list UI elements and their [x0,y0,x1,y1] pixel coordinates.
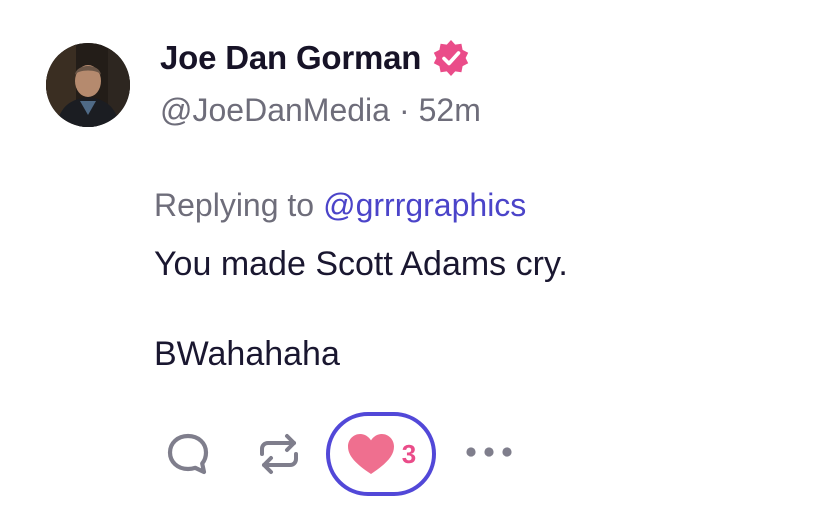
like-count: 3 [401,438,417,469]
author-name-row: Joe Dan Gorman [160,36,471,80]
more-options-button[interactable] [462,440,516,464]
meta-separator: · [398,91,410,128]
like-button[interactable]: 3 [326,412,436,496]
reply-button[interactable] [164,430,212,478]
ellipsis-icon [466,447,512,457]
post-action-bar: 3 [160,410,560,500]
repost-arrows-icon [260,434,298,474]
replying-to-label: Replying to [154,186,315,223]
repost-button[interactable] [254,430,304,478]
replying-to-handle-link[interactable]: @grrrgraphics [323,187,526,224]
post-timestamp[interactable]: 52m [419,92,481,129]
author-display-name[interactable]: Joe Dan Gorman [160,39,421,77]
author-handle[interactable]: @JoeDanMedia [160,92,390,129]
avatar-photo [46,43,130,127]
heart-icon [347,434,394,474]
author-meta: @JoeDanMedia · 52m [160,88,481,132]
author-avatar[interactable] [46,43,130,127]
replying-to: Replying to @grrrgraphics [154,184,526,226]
reply-post: Joe Dan Gorman @JoeDanMedia · 52m Replyi… [0,0,834,520]
post-body-line: You made Scott Adams cry. [154,245,568,283]
verified-badge-icon [434,40,469,76]
speech-bubble-icon [167,433,209,475]
post-body-line: BWahahaha [154,335,340,373]
